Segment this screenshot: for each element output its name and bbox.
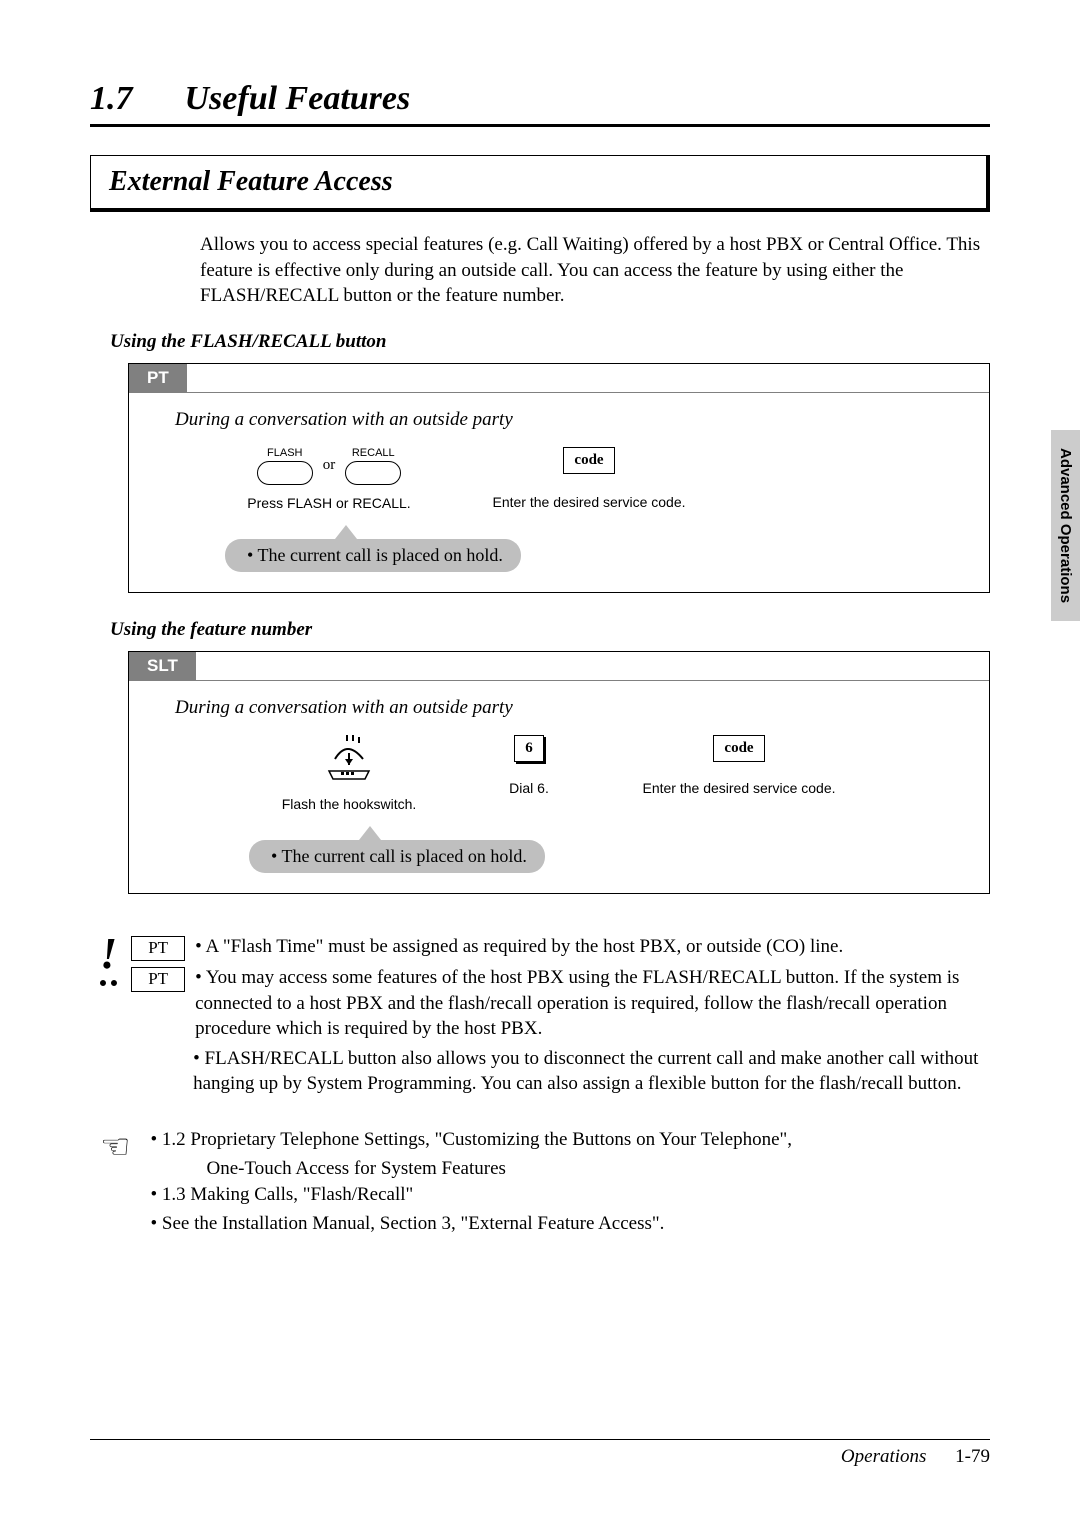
proc2-caption1: Flash the hookswitch. bbox=[279, 796, 419, 812]
or-text: or bbox=[323, 457, 336, 474]
proc2-callout-text: The current call is placed on hold. bbox=[281, 846, 526, 866]
page-footer: Operations 1-79 bbox=[90, 1439, 990, 1468]
note-1: • A "Flash Time" must be assigned as req… bbox=[195, 934, 990, 960]
recall-button-icon bbox=[345, 461, 401, 485]
footer-label: Operations bbox=[841, 1446, 927, 1467]
proc2-callout: • The current call is placed on hold. bbox=[249, 840, 545, 873]
code-box-2: code bbox=[713, 735, 764, 762]
proc1-caption2: Enter the desired service code. bbox=[479, 494, 699, 510]
proc1-callout: • The current call is placed on hold. bbox=[225, 539, 521, 572]
divider bbox=[90, 124, 990, 127]
proc2-tab: SLT bbox=[129, 652, 196, 680]
hookswitch-icon bbox=[327, 735, 371, 781]
page-number: 1-79 bbox=[955, 1446, 990, 1467]
ref-1: • 1.2 Proprietary Telephone Settings, "C… bbox=[150, 1127, 792, 1154]
notes-block: ! PT • A "Flash Time" must be assigned a… bbox=[100, 934, 990, 1101]
section-header: 1.7 Useful Features bbox=[90, 80, 990, 118]
recall-label: RECALL bbox=[352, 447, 395, 459]
ref-2: • 1.3 Making Calls, "Flash/Recall" bbox=[150, 1182, 792, 1209]
dial-6-box: 6 bbox=[514, 735, 544, 762]
intro-paragraph: Allows you to access special features (e… bbox=[200, 232, 990, 309]
code-box: code bbox=[563, 447, 614, 474]
proc1-condition: During a conversation with an outside pa… bbox=[175, 409, 989, 431]
pointer-hand-icon: ☞ bbox=[100, 1127, 130, 1239]
feature-title-box: External Feature Access bbox=[90, 155, 990, 212]
proc2-caption2: Dial 6. bbox=[489, 780, 569, 796]
flash-label: FLASH bbox=[267, 447, 302, 459]
ref-1b: One-Touch Access for System Features bbox=[150, 1156, 792, 1183]
caution-icon: ! bbox=[100, 934, 117, 986]
pt-badge: PT bbox=[131, 967, 185, 992]
section-title: Useful Features bbox=[185, 80, 411, 118]
proc2-panel: SLT During a conversation with an outsid… bbox=[128, 651, 990, 894]
proc1-callout-text: The current call is placed on hold. bbox=[257, 545, 502, 565]
note-2: • You may access some features of the ho… bbox=[195, 965, 990, 1042]
proc2-caption3: Enter the desired service code. bbox=[639, 780, 839, 796]
feature-title: External Feature Access bbox=[109, 166, 968, 198]
proc1-tab: PT bbox=[129, 364, 187, 392]
side-tab: Advanced Operations bbox=[1051, 430, 1080, 621]
proc2-heading: Using the feature number bbox=[110, 619, 990, 641]
references-block: ☞ • 1.2 Proprietary Telephone Settings, … bbox=[100, 1127, 990, 1239]
note-3: • FLASH/RECALL button also allows you to… bbox=[193, 1046, 990, 1097]
proc2-condition: During a conversation with an outside pa… bbox=[175, 697, 989, 719]
ref-3: • See the Installation Manual, Section 3… bbox=[150, 1211, 792, 1238]
proc1-caption1: Press FLASH or RECALL. bbox=[219, 495, 439, 511]
proc1-panel: PT During a conversation with an outside… bbox=[128, 363, 990, 593]
proc1-heading: Using the FLASH/RECALL button bbox=[110, 331, 990, 353]
pt-badge: PT bbox=[131, 936, 185, 961]
flash-button-icon bbox=[257, 461, 313, 485]
section-number: 1.7 bbox=[90, 80, 133, 118]
